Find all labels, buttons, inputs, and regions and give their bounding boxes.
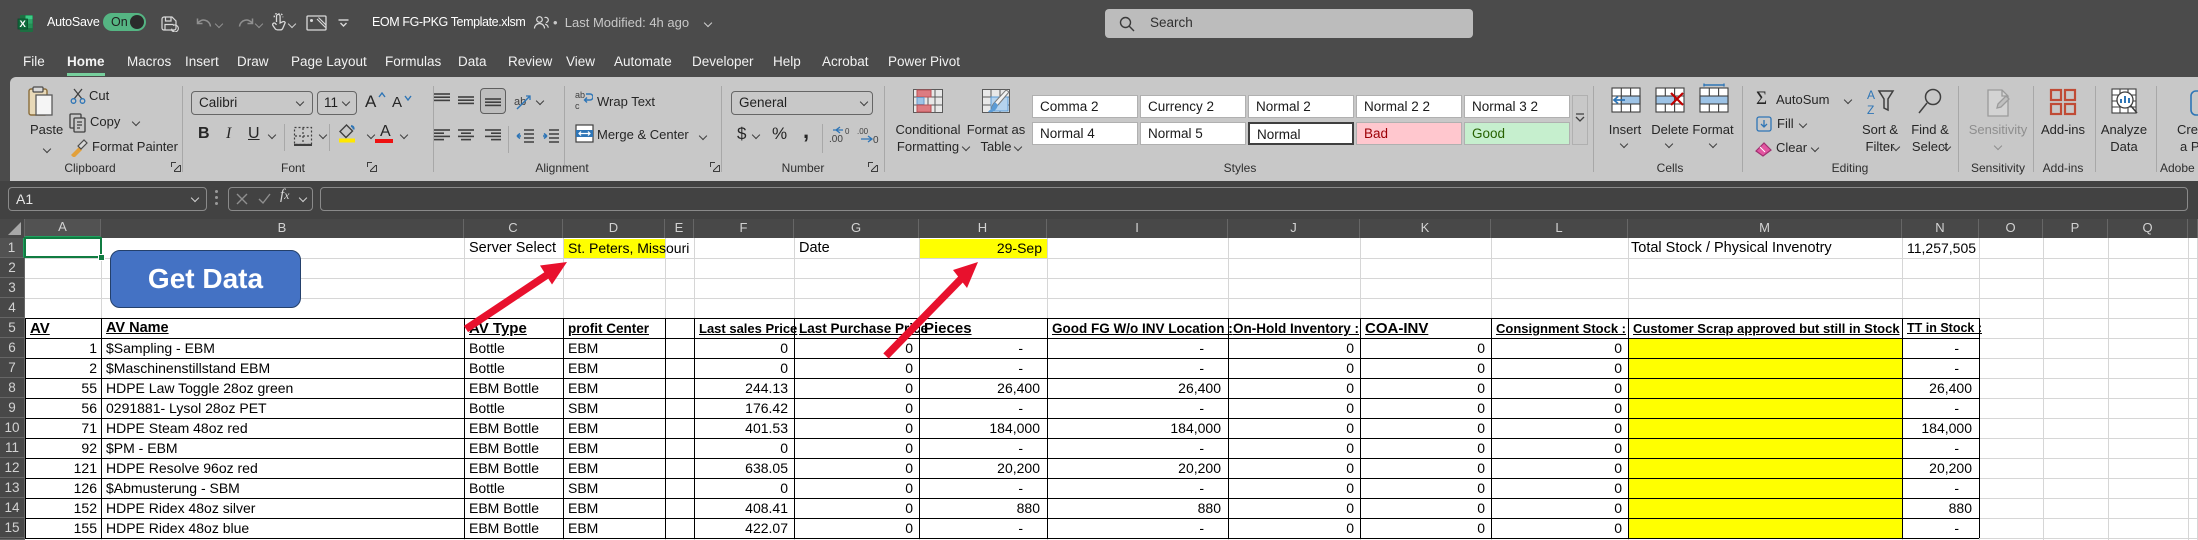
svg-text:0: 0: [845, 127, 850, 136]
svg-text:A: A: [1867, 88, 1875, 102]
svg-text:Z: Z: [1867, 103, 1874, 116]
svg-text:c: c: [575, 101, 580, 110]
svg-text:.00: .00: [857, 127, 869, 136]
svg-text:X: X: [20, 19, 27, 30]
svg-text:ab: ab: [575, 90, 585, 100]
svg-text:.00: .00: [829, 134, 843, 144]
svg-text:0: 0: [873, 135, 879, 144]
